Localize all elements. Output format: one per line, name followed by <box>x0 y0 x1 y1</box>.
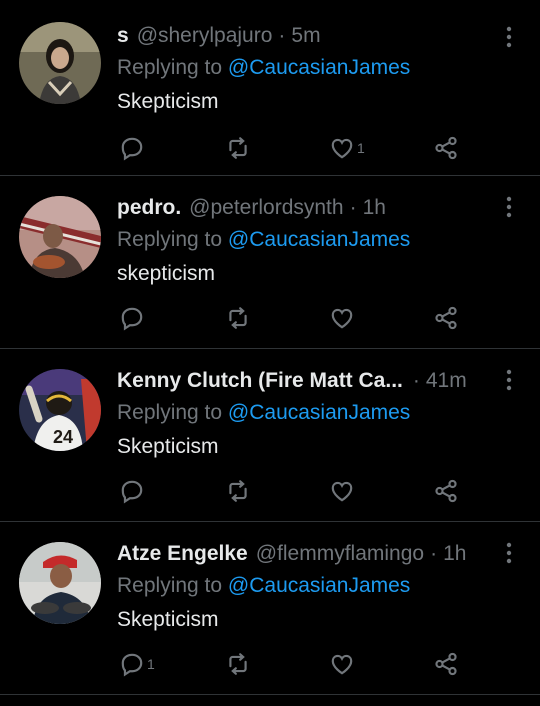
timestamp[interactable]: 41m <box>426 367 467 395</box>
display-name[interactable]: Kenny Clutch (Fire Matt Ca... <box>117 367 403 395</box>
retweet-icon <box>229 480 247 502</box>
avatar[interactable]: 24 <box>19 369 101 451</box>
reply-count: 1 <box>147 656 155 672</box>
retweet-icon <box>229 307 247 329</box>
separator-dot: · <box>278 24 286 47</box>
timestamp[interactable]: 1h <box>443 540 466 568</box>
like-button[interactable]: 1 <box>329 132 365 164</box>
separator-dot: · <box>349 196 357 219</box>
separator-dot: · <box>430 542 438 565</box>
like-button[interactable] <box>329 648 357 680</box>
mention-link[interactable]: @CaucasianJames <box>228 228 410 251</box>
tweet-text: Skepticism <box>117 608 219 631</box>
reply-icon <box>121 653 143 677</box>
share-button[interactable] <box>433 302 459 334</box>
heart-icon <box>331 138 353 159</box>
avatar[interactable] <box>19 22 101 104</box>
tweet-header: Kenny Clutch (Fire Matt Ca... · 41m <box>117 367 496 395</box>
tweet[interactable]: Atze Engelke @flemmyflamingo · 1h Replyi… <box>0 522 540 695</box>
share-button[interactable] <box>433 648 459 680</box>
tweet-actions <box>117 475 462 507</box>
user-handle[interactable]: @sherylpajuro <box>137 22 273 50</box>
tweet-actions <box>117 302 462 334</box>
user-handle[interactable]: @peterlordsynth <box>189 194 343 222</box>
retweet-button[interactable] <box>225 648 251 680</box>
like-count: 1 <box>357 140 365 156</box>
more-options-icon[interactable] <box>505 369 513 391</box>
display-name[interactable]: s <box>117 22 129 50</box>
user-handle[interactable]: @flemmyflamingo <box>256 540 424 568</box>
tweet[interactable]: pedro. @peterlordsynth · 1h Replying to … <box>0 176 540 349</box>
heart-icon <box>331 654 353 675</box>
reply-button[interactable]: 1 <box>119 648 155 680</box>
tweet-actions: 1 <box>117 648 462 680</box>
reply-button[interactable] <box>119 132 147 164</box>
replying-label: Replying to <box>117 574 223 597</box>
tweet-header: Atze Engelke @flemmyflamingo · 1h <box>117 540 492 568</box>
tweet[interactable]: 24 Kenny Clutch (Fire Matt Ca... · 41m R… <box>0 349 540 522</box>
mention-link[interactable]: @CaucasianJames <box>228 574 410 597</box>
avatar[interactable] <box>19 196 101 278</box>
reply-icon <box>121 307 143 331</box>
tweet-actions: 1 <box>117 132 462 164</box>
reply-icon <box>121 137 143 161</box>
retweet-button[interactable] <box>225 132 251 164</box>
share-icon <box>435 479 457 503</box>
replying-label: Replying to <box>117 401 223 424</box>
replying-to: Replying to @CaucasianJames <box>117 54 410 82</box>
share-button[interactable] <box>433 132 459 164</box>
reply-icon <box>121 480 143 504</box>
mention-link[interactable]: @CaucasianJames <box>228 56 410 79</box>
mention-link[interactable]: @CaucasianJames <box>228 401 410 424</box>
share-icon <box>435 136 457 160</box>
like-button[interactable] <box>329 475 357 507</box>
more-options-icon[interactable] <box>505 542 513 564</box>
like-button[interactable] <box>329 302 357 334</box>
tweet-header: s @sherylpajuro · 5m <box>117 22 492 50</box>
replying-to: Replying to @CaucasianJames <box>117 399 410 427</box>
replying-to: Replying to @CaucasianJames <box>117 572 410 600</box>
timestamp[interactable]: 5m <box>291 22 320 50</box>
avatar[interactable] <box>19 542 101 624</box>
retweet-icon <box>229 653 247 675</box>
reply-button[interactable] <box>119 302 147 334</box>
retweet-button[interactable] <box>225 302 251 334</box>
share-button[interactable] <box>433 475 459 507</box>
tweet-text: Skepticism <box>117 435 219 458</box>
replying-label: Replying to <box>117 228 223 251</box>
tweet-header: pedro. @peterlordsynth · 1h <box>117 194 492 222</box>
replying-label: Replying to <box>117 56 223 79</box>
tweet[interactable]: s @sherylpajuro · 5m Replying to @Caucas… <box>0 0 540 176</box>
heart-icon <box>331 308 353 329</box>
tweet-text: Skepticism <box>117 90 219 113</box>
more-options-icon[interactable] <box>505 26 513 48</box>
share-icon <box>435 306 457 330</box>
heart-icon <box>331 481 353 502</box>
separator-dot: · <box>412 369 420 392</box>
display-name[interactable]: Atze Engelke <box>117 540 248 568</box>
display-name[interactable]: pedro. <box>117 194 181 222</box>
retweet-icon <box>229 137 247 159</box>
retweet-button[interactable] <box>225 475 251 507</box>
svg-text:24: 24 <box>53 427 73 447</box>
share-icon <box>435 652 457 676</box>
timestamp[interactable]: 1h <box>363 194 386 222</box>
more-options-icon[interactable] <box>505 196 513 218</box>
tweet-text: skepticism <box>117 262 216 285</box>
reply-button[interactable] <box>119 475 147 507</box>
replying-to: Replying to @CaucasianJames <box>117 226 410 254</box>
